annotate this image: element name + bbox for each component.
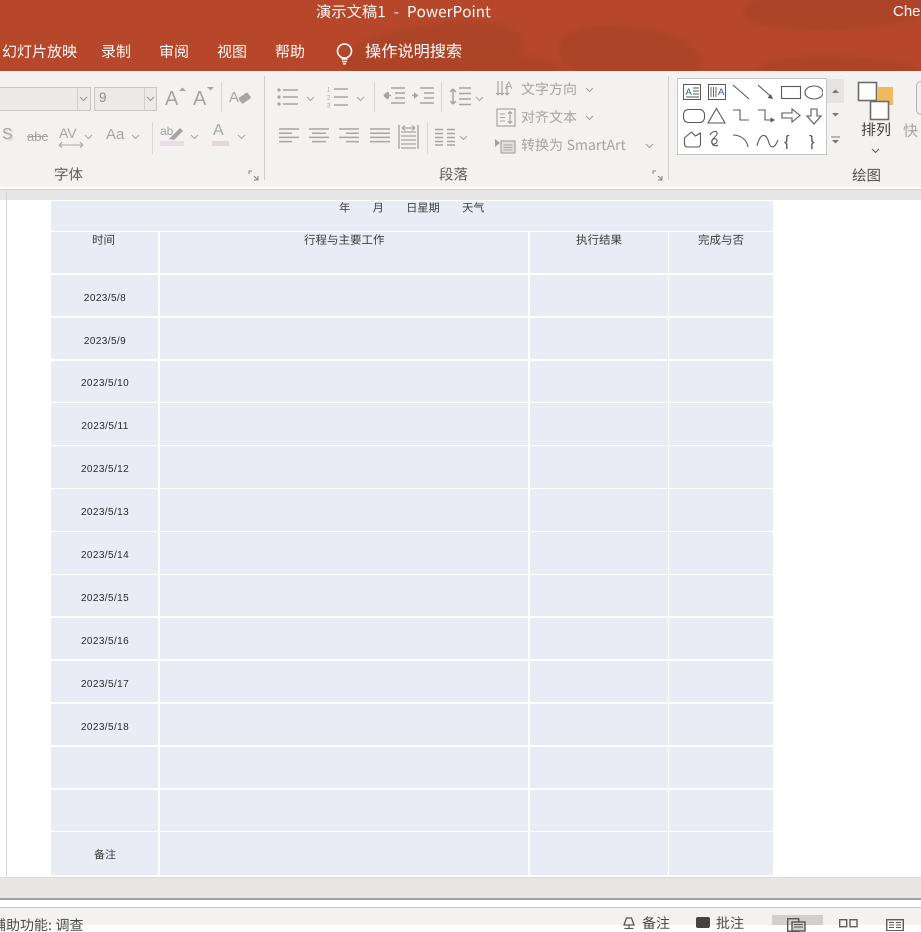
svg-text:3: 3	[327, 104, 331, 110]
svg-text:{: {	[784, 132, 790, 149]
svg-text:}: }	[809, 132, 815, 149]
svg-text:1: 1	[327, 88, 331, 94]
svg-text:A: A	[229, 89, 239, 106]
svg-text:2: 2	[327, 96, 331, 102]
svg-text:A: A	[718, 87, 725, 98]
svg-text:A: A	[686, 87, 693, 98]
svg-text:A: A	[505, 80, 513, 92]
